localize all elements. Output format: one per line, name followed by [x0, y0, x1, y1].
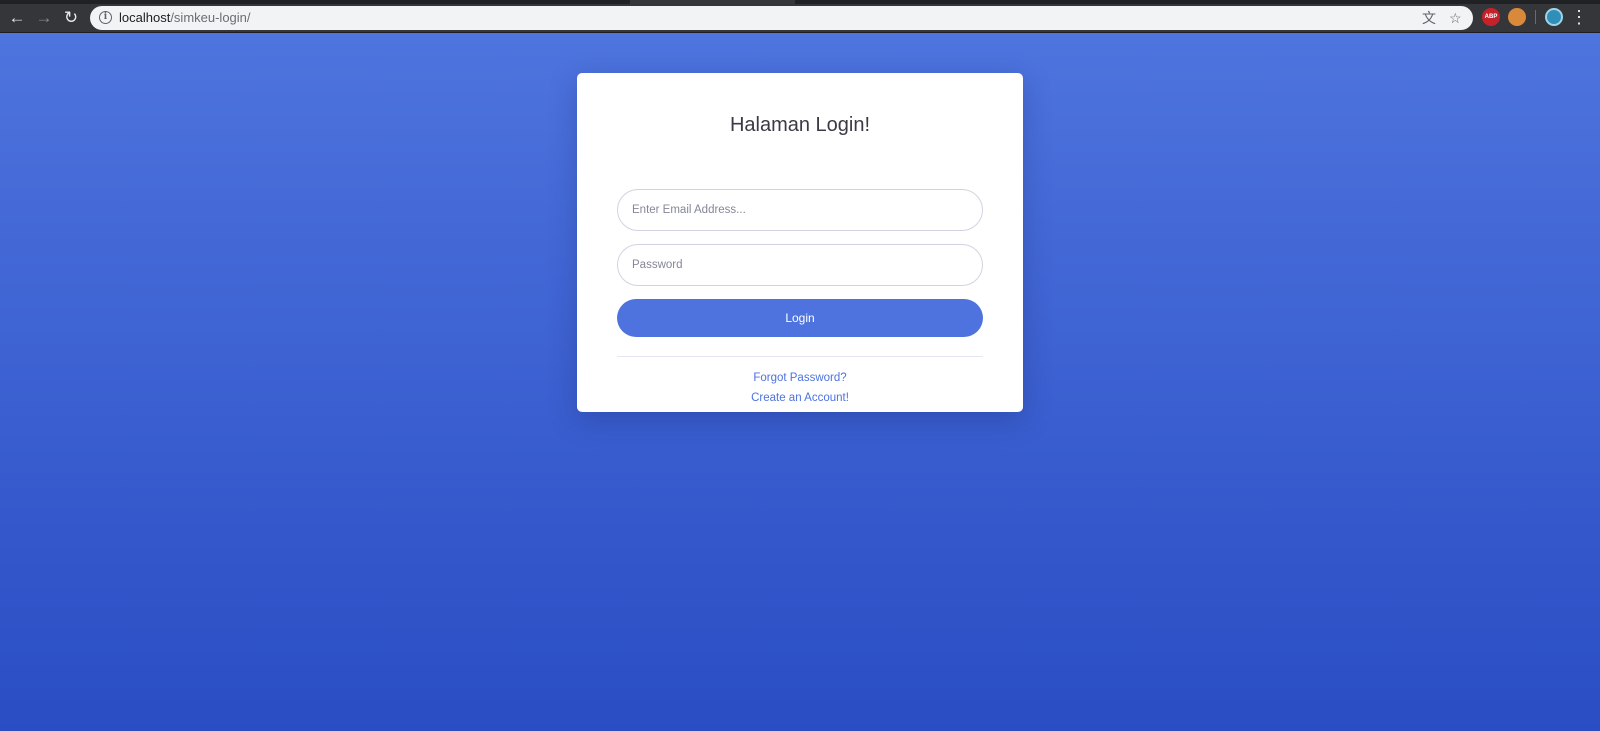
- info-icon[interactable]: i: [99, 11, 112, 24]
- url-text[interactable]: localhost/simkeu-login/: [119, 10, 251, 26]
- create-account-link[interactable]: Create an Account!: [577, 391, 1023, 405]
- reload-icon: ↻: [63, 8, 79, 27]
- password-field[interactable]: [617, 244, 983, 286]
- url-path: /simkeu-login/: [170, 10, 251, 25]
- forward-button[interactable]: →: [33, 7, 55, 29]
- browser-toolbar: ← → ↻ i localhost/simkeu-login/ 文 ☆ ABP …: [0, 0, 1600, 33]
- reload-button[interactable]: ↻: [60, 7, 82, 29]
- adblock-plus-icon[interactable]: ABP: [1482, 8, 1500, 26]
- profile-avatar-icon[interactable]: [1545, 8, 1563, 26]
- forgot-password-link[interactable]: Forgot Password?: [577, 371, 1023, 385]
- url-host: localhost: [119, 10, 171, 25]
- page-title: Halaman Login!: [729, 114, 871, 136]
- tab-strip: [0, 0, 1600, 4]
- address-bar[interactable]: i localhost/simkeu-login/ 文 ☆: [90, 6, 1473, 30]
- toolbar-separator: [1535, 10, 1536, 24]
- email-field[interactable]: [617, 189, 983, 231]
- active-tab-indicator[interactable]: [630, 0, 795, 4]
- arrow-left-icon: ←: [8, 8, 26, 27]
- login-button[interactable]: Login: [617, 299, 983, 337]
- divider: [617, 356, 983, 357]
- extension-face-icon[interactable]: [1508, 8, 1526, 26]
- bookmark-star-icon[interactable]: ☆: [1449, 9, 1462, 27]
- arrow-right-icon: →: [35, 8, 53, 27]
- browser-menu-icon[interactable]: ⋮: [1570, 6, 1588, 28]
- page-background: Halaman Login! Login Forgot Password? Cr…: [0, 33, 1600, 731]
- back-button[interactable]: ←: [6, 7, 28, 29]
- translate-icon[interactable]: 文: [1422, 9, 1436, 27]
- login-card: Halaman Login! Login Forgot Password? Cr…: [577, 73, 1023, 412]
